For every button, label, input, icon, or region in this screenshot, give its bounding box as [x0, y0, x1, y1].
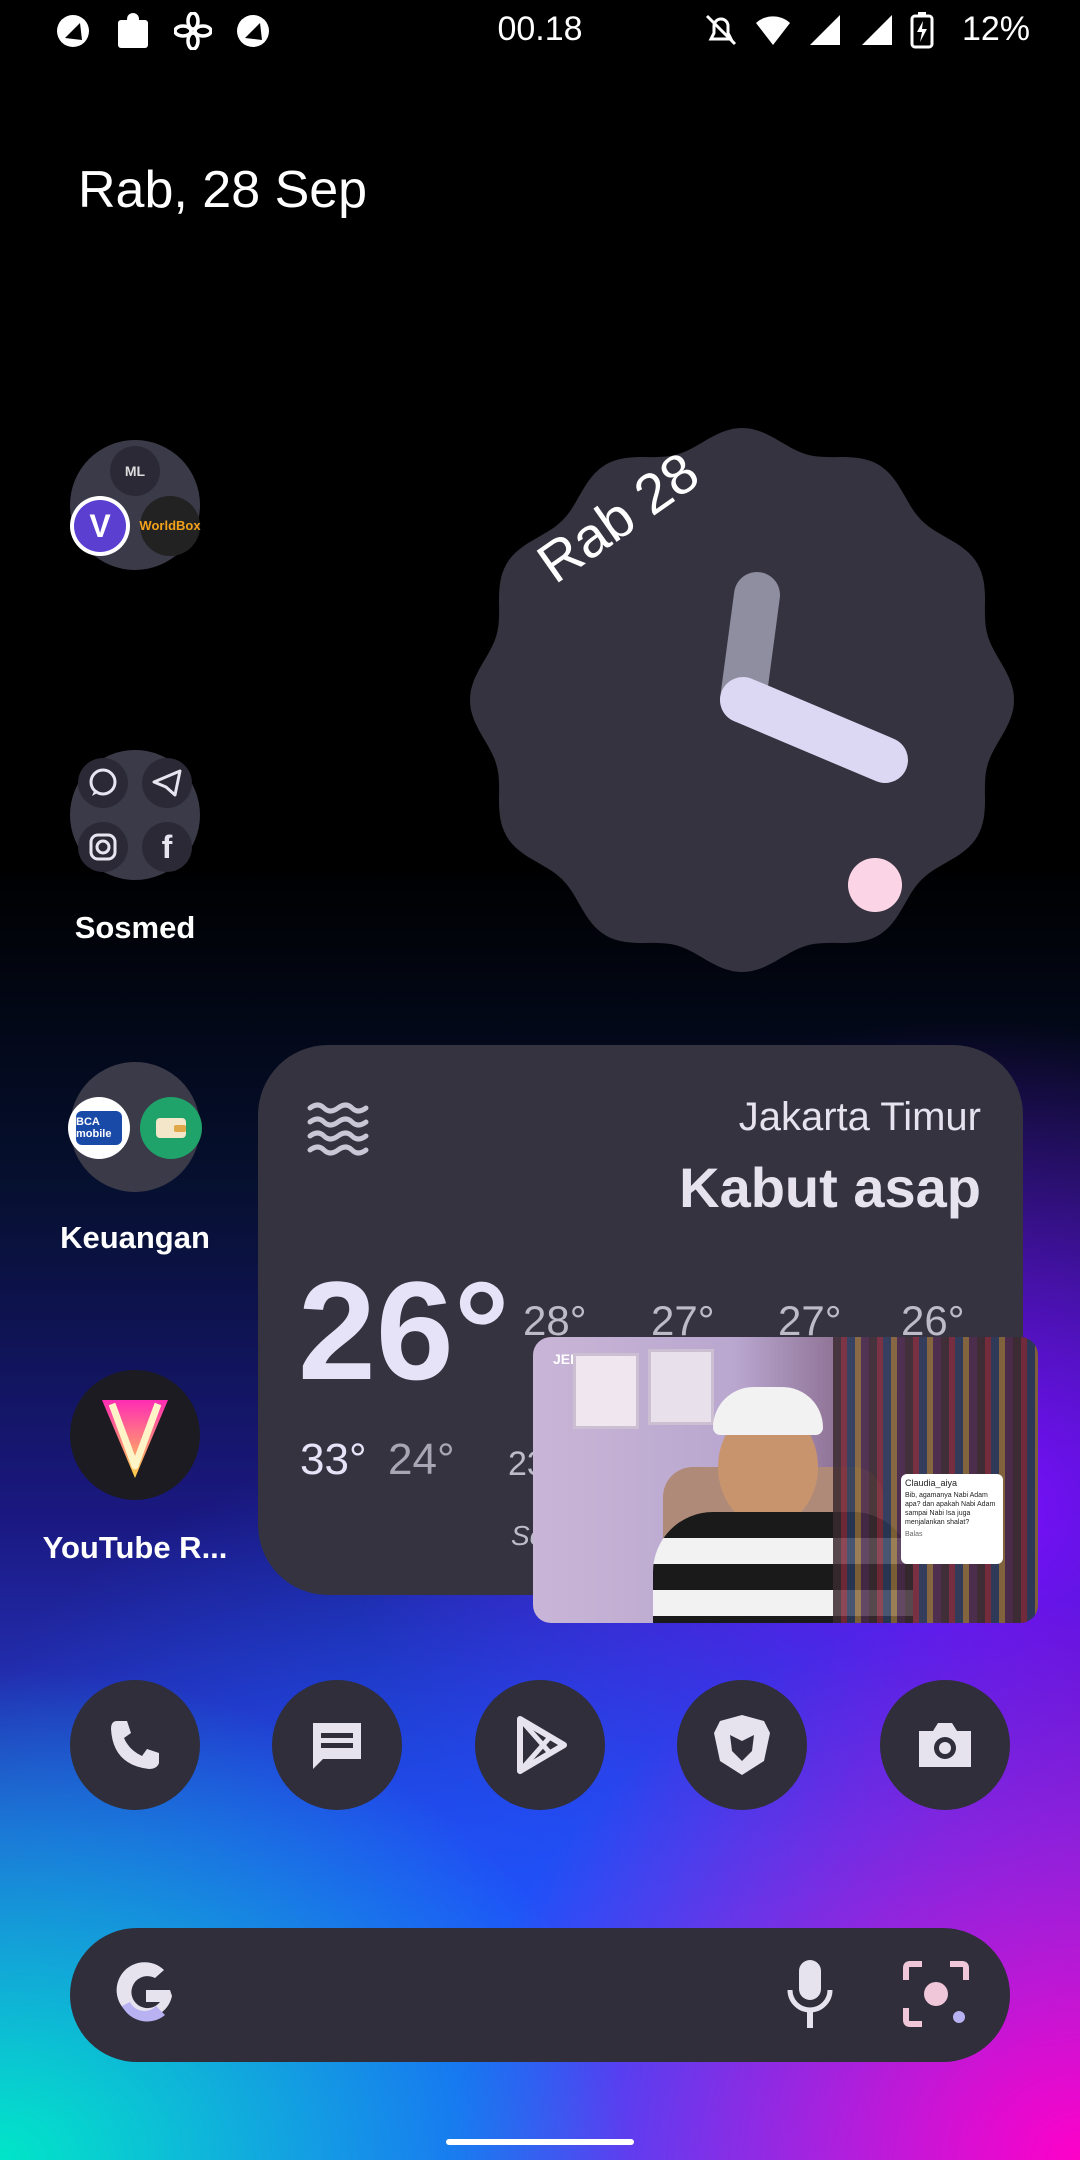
bell-off-icon	[702, 11, 740, 49]
wall-frame	[648, 1349, 714, 1425]
wifi-icon	[754, 11, 792, 49]
wall-frame	[573, 1353, 639, 1429]
clock-widget[interactable]: Rab 28	[455, 415, 1030, 985]
wallet-icon	[140, 1097, 202, 1159]
camera-icon	[919, 1723, 971, 1767]
bca-mobile-app-icon: BCA mobile	[68, 1097, 130, 1159]
battery-percent: 12%	[961, 10, 1030, 48]
google-search-bar[interactable]	[70, 1928, 1010, 2062]
weather-current-temp: 26°	[298, 1252, 510, 1409]
comment-overlay: Claudia_aiya Bib, agamanya Nabi Adam apa…	[901, 1474, 1003, 1564]
weather-high: 33°	[300, 1435, 367, 1484]
pip-video-window[interactable]: JEDA NULIS Claudia_aiya Bib, agamanya Na…	[533, 1337, 1038, 1623]
mobile-legends-app-icon: ML	[110, 446, 160, 496]
battery-charging-icon	[910, 11, 948, 49]
folder-sosmed[interactable]: f	[70, 750, 200, 880]
google-icon[interactable]	[110, 1960, 180, 2035]
play-store-app-button[interactable]	[475, 1680, 605, 1810]
play-store-icon	[517, 1716, 567, 1774]
status-bar: 00.18 12%	[0, 0, 1080, 62]
folder-label-sosmed: Sosmed	[74, 910, 196, 945]
weather-condition: Kabut asap	[679, 1156, 981, 1219]
app-label-youtube-revanced: YouTube R...	[42, 1530, 228, 1565]
folder-keuangan[interactable]: BCA mobile	[68, 1062, 202, 1192]
fog-icon	[306, 1100, 370, 1161]
clock-face: Rab 28	[470, 428, 1014, 972]
weather-low: 24°	[388, 1435, 455, 1484]
phone-icon	[111, 1721, 159, 1769]
clock-seconds-dot	[848, 858, 902, 912]
signal-icon	[858, 11, 896, 49]
gesture-nav-bar[interactable]	[446, 2139, 634, 2145]
facebook-icon: f	[142, 822, 192, 872]
mic-icon[interactable]	[782, 1958, 838, 2037]
whatsapp-icon	[78, 758, 128, 808]
brave-browser-app-button[interactable]	[677, 1680, 807, 1810]
brave-icon	[714, 1715, 770, 1775]
phone-app-button[interactable]	[70, 1680, 200, 1810]
messages-app-button[interactable]	[272, 1680, 402, 1810]
camera-app-button[interactable]	[880, 1680, 1010, 1810]
signal-icon	[806, 11, 844, 49]
messages-icon	[313, 1723, 361, 1769]
home-date[interactable]: Rab, 28 Sep	[78, 160, 367, 220]
folder-label-keuangan: Keuangan	[60, 1220, 210, 1255]
instagram-icon	[78, 822, 128, 872]
vpn-app-icon: V	[70, 496, 130, 556]
youtube-revanced-app-icon[interactable]	[70, 1370, 200, 1500]
folder-games[interactable]: ML V WorldBox	[70, 440, 201, 570]
weather-city: Jakarta Timur	[738, 1095, 981, 1139]
worldbox-app-icon: WorldBox	[139, 496, 201, 556]
status-right-icons: 12%	[702, 10, 1030, 49]
telegram-icon	[142, 758, 192, 808]
person-cap	[713, 1387, 823, 1435]
lens-icon[interactable]	[900, 1958, 972, 2035]
